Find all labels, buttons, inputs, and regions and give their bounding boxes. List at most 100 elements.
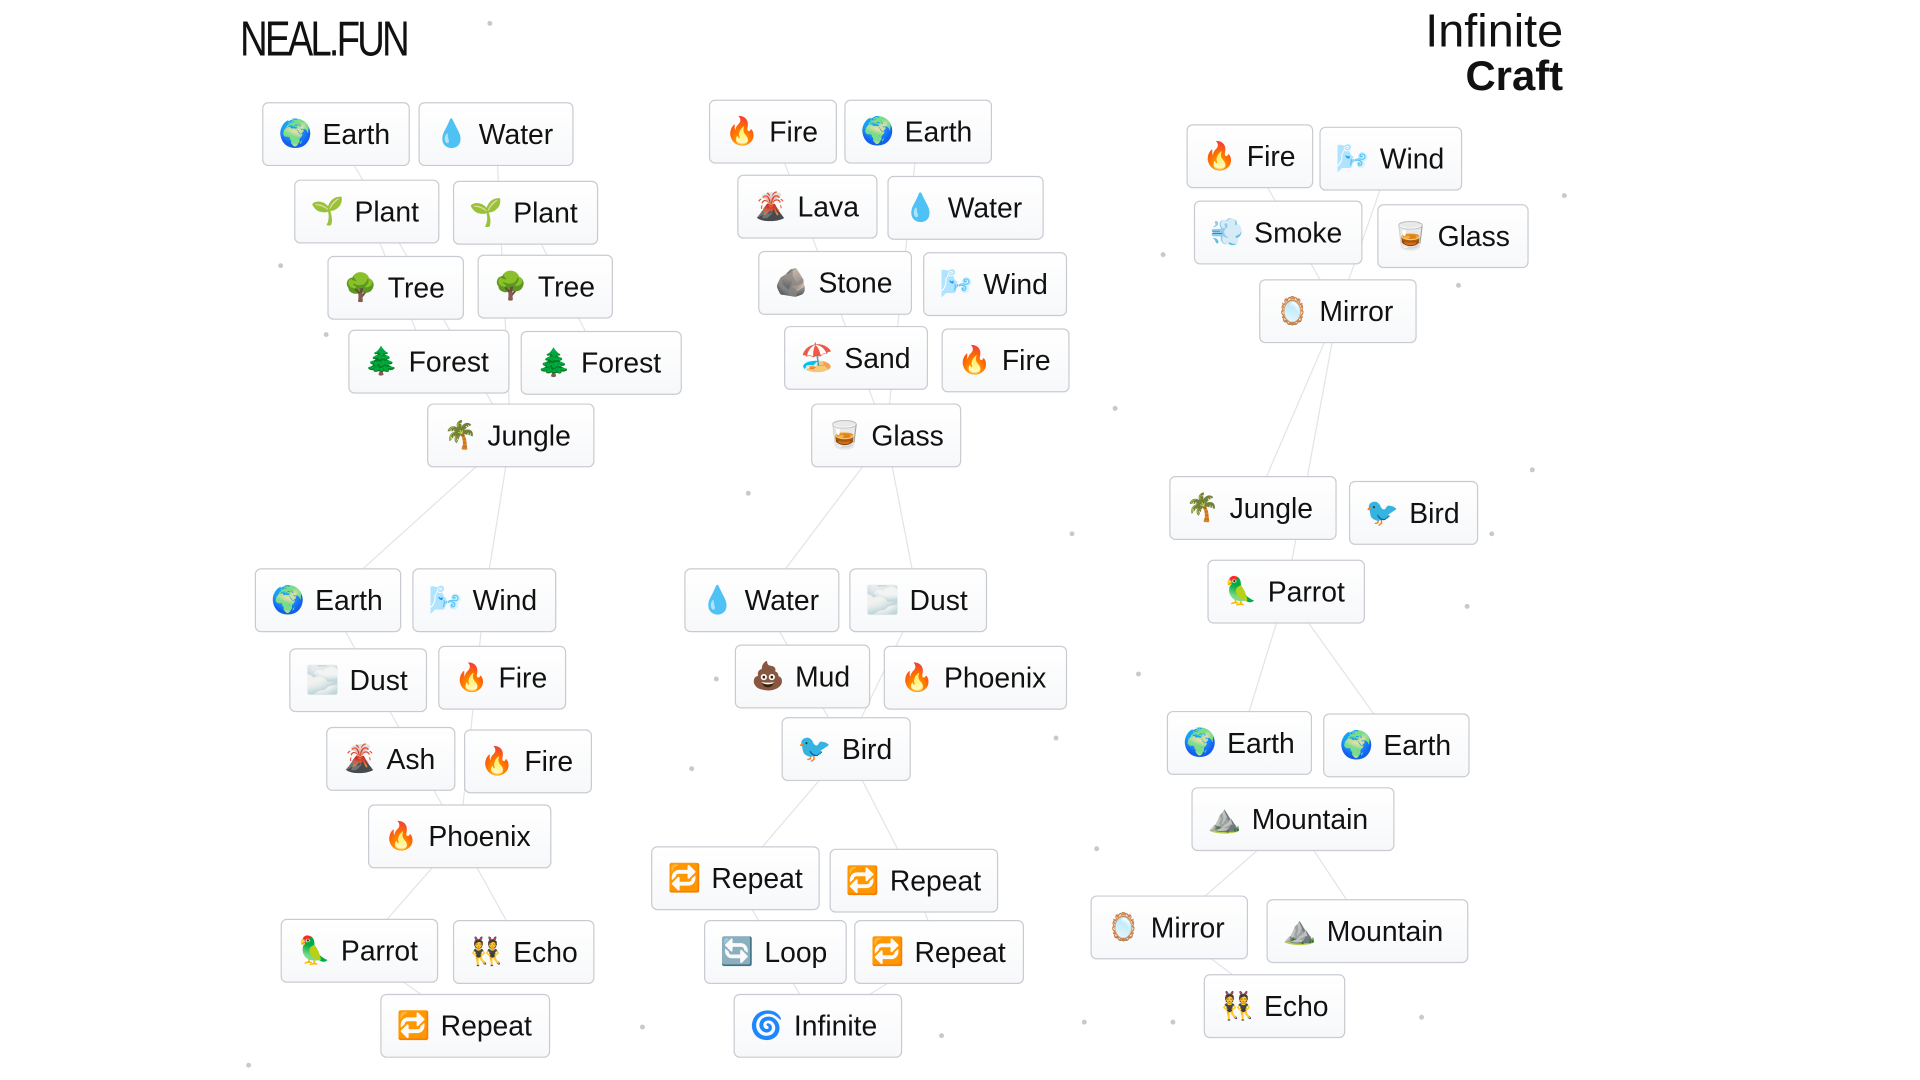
element-item-jungle[interactable]: 🌴 Jungle xyxy=(427,403,595,468)
element-item-bird[interactable]: 🐦 Bird xyxy=(1348,480,1479,545)
connection-line xyxy=(1285,311,1339,592)
element-item-wind[interactable]: 🌬️ Wind xyxy=(1319,126,1463,191)
element-item-earth[interactable]: 🌍 Earth xyxy=(844,99,993,164)
wind-icon: 🌬️ xyxy=(939,268,974,300)
parrot-icon: 🦜 xyxy=(296,935,331,967)
repeat-icon: 🔁 xyxy=(870,936,905,968)
element-item-mirror[interactable]: 🪞 Mirror xyxy=(1259,279,1417,344)
element-item-dust[interactable]: 🌫️ Dust xyxy=(849,568,988,633)
phoenix-icon: 🔥 xyxy=(900,662,934,694)
glass-icon: 🥃 xyxy=(1393,220,1428,252)
particle-dot xyxy=(1112,405,1118,411)
element-label: Earth xyxy=(322,117,391,150)
element-item-smoke[interactable]: 💨 Smoke xyxy=(1193,200,1363,265)
element-label: Earth xyxy=(1383,728,1452,761)
fire-icon: 🔥 xyxy=(725,116,760,147)
element-item-fire[interactable]: 🔥 Fire xyxy=(941,328,1070,393)
element-item-bird[interactable]: 🐦 Bird xyxy=(781,717,911,782)
element-item-ash[interactable]: 🌋 Ash xyxy=(326,726,456,791)
lava-icon: 🌋 xyxy=(753,191,788,223)
element-label: Dust xyxy=(349,663,408,696)
element-item-repeat[interactable]: 🔁 Repeat xyxy=(854,920,1025,984)
neal-fun-logo[interactable]: NEAL.FUN xyxy=(240,12,410,67)
element-item-mountain[interactable]: ⛰️ Mountain xyxy=(1191,787,1395,852)
element-item-dust[interactable]: 🌫️ Dust xyxy=(289,648,428,713)
element-item-earth[interactable]: 🌍 Earth xyxy=(1166,710,1313,775)
craft-canvas[interactable]: NEAL.FUN Infinite Craft 🌍 Earth 💧 Water 🌱 Pla… xyxy=(0,0,1920,1080)
element-item-repeat[interactable]: 🔁 Repeat xyxy=(829,848,999,913)
particle-dot xyxy=(1160,252,1166,258)
element-label: Phoenix xyxy=(944,661,1047,694)
element-item-repeat[interactable]: 🔁 Repeat xyxy=(651,846,820,911)
element-item-fire[interactable]: 🔥 Fire xyxy=(1186,124,1314,189)
element-label: Loop xyxy=(764,935,828,968)
element-item-sand[interactable]: 🏖️ Sand xyxy=(784,325,929,390)
element-item-wind[interactable]: 🌬️ Wind xyxy=(923,252,1068,317)
parrot-icon: 🦜 xyxy=(1223,576,1258,608)
element-item-jungle[interactable]: 🌴 Jungle xyxy=(1169,476,1337,540)
element-item-forest[interactable]: 🌲 Forest xyxy=(520,330,682,395)
element-item-water[interactable]: 💧 Water xyxy=(887,175,1044,240)
element-item-fire[interactable]: 🔥 Fire xyxy=(438,645,567,710)
loop-icon: 🔄 xyxy=(720,936,755,968)
element-item-mud[interactable]: 💩 Mud xyxy=(734,644,871,709)
ash-icon: 🌋 xyxy=(342,743,377,775)
element-item-mirror[interactable]: 🪞 Mirror xyxy=(1090,895,1249,960)
repeat-icon: 🔁 xyxy=(667,862,702,894)
element-label: Echo xyxy=(1264,989,1329,1022)
element-item-parrot[interactable]: 🦜 Parrot xyxy=(1207,559,1365,624)
water-icon: 💧 xyxy=(700,584,735,616)
jungle-icon: 🌴 xyxy=(443,420,478,451)
element-item-loop[interactable]: 🔄 Loop xyxy=(704,920,847,984)
phoenix-icon: 🔥 xyxy=(384,821,419,852)
echo-icon: 👯 xyxy=(469,936,504,968)
element-item-water[interactable]: 💧 Water xyxy=(684,568,840,633)
element-item-forest[interactable]: 🌲 Forest xyxy=(348,329,510,394)
element-label: Mud xyxy=(795,659,851,692)
element-item-wind[interactable]: 🌬️ Wind xyxy=(412,568,557,633)
wind-icon: 🌬️ xyxy=(428,584,463,616)
element-item-glass[interactable]: 🥃 Glass xyxy=(811,403,962,468)
title-line-1: Infinite xyxy=(1425,6,1564,58)
element-label: Jungle xyxy=(487,418,571,451)
element-label: Earth xyxy=(1227,726,1295,759)
element-label: Jungle xyxy=(1229,491,1313,524)
element-item-fire[interactable]: 🔥 Fire xyxy=(708,99,837,164)
element-item-echo[interactable]: 👯 Echo xyxy=(1203,974,1346,1039)
earth-icon: 🌍 xyxy=(271,584,305,616)
element-item-phoenix[interactable]: 🔥 Phoenix xyxy=(368,804,552,869)
jungle-icon: 🌴 xyxy=(1185,492,1220,524)
element-item-earth[interactable]: 🌍 Earth xyxy=(1323,713,1470,778)
element-item-earth[interactable]: 🌍 Earth xyxy=(254,568,402,633)
repeat-icon: 🔁 xyxy=(396,1010,431,1042)
element-item-infinite[interactable]: 🌀 Infinite xyxy=(733,993,903,1058)
element-item-earth[interactable]: 🌍 Earth xyxy=(262,102,410,167)
element-label: Repeat xyxy=(711,861,803,894)
element-item-tree[interactable]: 🌳 Tree xyxy=(477,254,613,319)
particle-dot xyxy=(689,766,695,772)
element-item-water[interactable]: 💧 Water xyxy=(418,102,574,167)
particle-dot xyxy=(640,1024,645,1030)
wind-icon: 🌬️ xyxy=(1335,143,1370,175)
element-label: Earth xyxy=(904,115,973,147)
element-label: Ash xyxy=(386,742,436,775)
element-item-lava[interactable]: 🌋 Lava xyxy=(737,174,878,239)
element-item-fire[interactable]: 🔥 Fire xyxy=(464,729,593,794)
element-item-repeat[interactable]: 🔁 Repeat xyxy=(380,993,551,1058)
element-item-glass[interactable]: 🥃 Glass xyxy=(1377,204,1529,269)
element-item-tree[interactable]: 🌳 Tree xyxy=(327,255,465,320)
element-item-stone[interactable]: 🪨 Stone xyxy=(758,250,913,315)
element-item-plant[interactable]: 🌱 Plant xyxy=(452,180,599,245)
element-label: Fire xyxy=(498,661,548,694)
element-item-mountain[interactable]: ⛰️ Mountain xyxy=(1266,899,1469,964)
element-label: Infinite xyxy=(793,1009,878,1042)
element-item-plant[interactable]: 🌱 Plant xyxy=(294,179,440,244)
element-label: Parrot xyxy=(1267,575,1345,608)
forest-icon: 🌲 xyxy=(536,347,571,379)
element-item-parrot[interactable]: 🦜 Parrot xyxy=(280,918,439,983)
element-item-echo[interactable]: 👯 Echo xyxy=(452,920,595,984)
repeat-icon: 🔁 xyxy=(845,865,880,897)
infinite-icon: 🌀 xyxy=(749,1010,784,1042)
element-item-phoenix[interactable]: 🔥 Phoenix xyxy=(883,645,1068,710)
element-label: Wind xyxy=(472,583,538,616)
